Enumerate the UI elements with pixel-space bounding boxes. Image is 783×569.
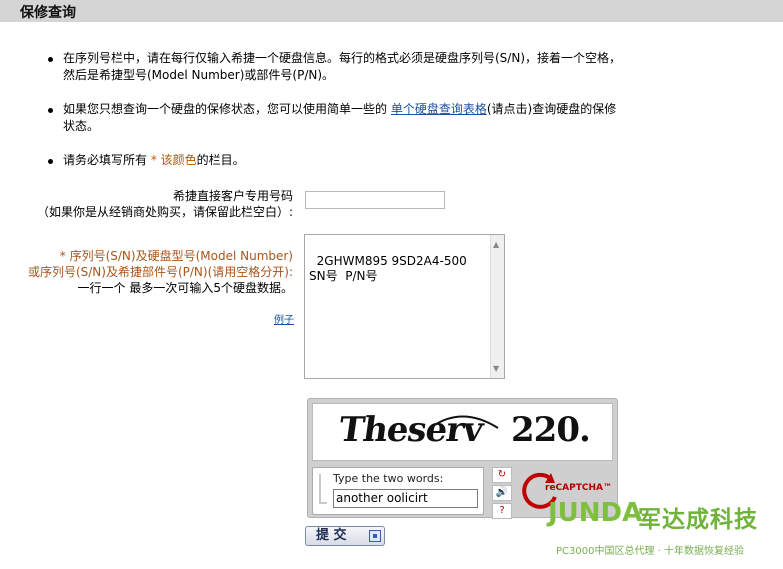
watermark-logo: JUNDA: [548, 498, 643, 528]
customer-number-label: 希捷直接客户专用号码 （如果你是从经销商处购买，请保留此栏空白）:: [36, 189, 293, 219]
captcha-input-box: Type the two words: another oolicirt: [312, 467, 484, 515]
refresh-icon[interactable]: ↻: [492, 467, 512, 483]
captcha-controls: ↻ 🔊 ?: [492, 467, 514, 521]
help-icon[interactable]: ?: [492, 503, 512, 519]
instruction-item: 请务必填写所有 * 该颜色的栏目。: [45, 152, 625, 169]
example-link[interactable]: 例子: [274, 311, 294, 326]
customer-number-input[interactable]: [305, 191, 445, 209]
scroll-up-icon[interactable]: ▲: [493, 237, 499, 252]
serial-number-text: 2GHWM895 9SD2A4-500 SN号 P/N号: [309, 254, 467, 283]
instruction-item: 如果您只想查询一个硬盘的保修状态，您可以使用简单一些的 单个硬盘查询表格(请点击…: [45, 101, 625, 135]
instruction-item: 在序列号栏中，请在每行仅输入希捷一个硬盘信息。每行的格式必须是硬盘序列号(S/N…: [45, 50, 625, 84]
watermark-tagline: PC3000中国区总代理 · 十年数据恢复经验: [556, 546, 744, 557]
required-color-sample: * 该颜色: [150, 153, 197, 167]
captcha-image: Theserv 220.: [312, 403, 613, 461]
serial-number-label: * 序列号(S/N)及硬盘型号(Model Number) 或序列号(S/N)及…: [27, 249, 293, 295]
submit-button[interactable]: 提 交: [305, 526, 385, 546]
watermark-company-name: 军达成科技: [638, 507, 758, 533]
submit-arrow-icon: [369, 530, 381, 542]
captcha-word-2: 220.: [511, 410, 591, 450]
page-header: 保修查询: [0, 0, 783, 22]
page-title: 保修查询: [20, 5, 76, 21]
instructions-list: 在序列号栏中，请在每行仅输入希捷一个硬盘信息。每行的格式必须是硬盘序列号(S/N…: [45, 50, 625, 186]
captcha-arrow-icon: [319, 474, 327, 504]
captcha-word-1: Theserv: [336, 410, 485, 450]
captcha-response-input[interactable]: another oolicirt: [333, 489, 478, 508]
textarea-scrollbar[interactable]: ▲ ▼: [490, 235, 504, 378]
captcha-prompt: Type the two words:: [333, 472, 444, 485]
audio-icon[interactable]: 🔊: [492, 485, 512, 501]
junda-watermark: JUNDA 军达成科技 PC3000中国区总代理 · 十年数据恢复经验: [548, 498, 780, 564]
recaptcha-brand: reCAPTCHA™: [545, 483, 612, 493]
scroll-down-icon[interactable]: ▼: [493, 361, 499, 376]
single-drive-query-link[interactable]: 单个硬盘查询表格: [391, 102, 487, 116]
serial-number-textarea[interactable]: 2GHWM895 9SD2A4-500 SN号 P/N号 ▲ ▼: [304, 234, 505, 379]
